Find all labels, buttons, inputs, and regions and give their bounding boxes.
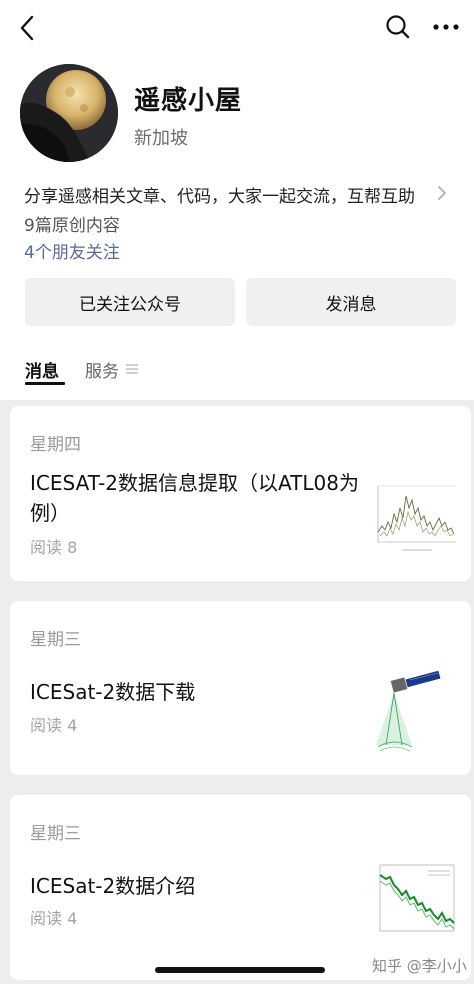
menu-icon[interactable]	[125, 361, 139, 375]
article-list-page: 遥感小屋 新加坡 分享遥感相关文章、代码，大家一起交流，互帮互助 9篇原创内容 …	[0, 0, 474, 984]
account-name: 遥感小屋	[134, 86, 243, 116]
scatter-chart-thumbnail-icon[interactable]	[372, 861, 456, 945]
profile-header: 遥感小屋 新加坡 分享遥感相关文章、代码，大家一起交流，互帮互助 9篇原创内容 …	[0, 0, 474, 400]
more-icon[interactable]	[430, 12, 462, 42]
article-card[interactable]: 星期三 ICESat-2数据介绍 阅读 4	[10, 795, 471, 980]
article-day: 星期三	[30, 630, 81, 650]
back-icon[interactable]	[14, 12, 42, 44]
home-indicator[interactable]	[155, 967, 325, 973]
account-description[interactable]: 分享遥感相关文章、代码，大家一起交流，互帮互助	[24, 182, 415, 207]
article-reads: 阅读 4	[30, 716, 78, 735]
article-title[interactable]: ICESat-2数据介绍	[30, 871, 360, 901]
send-message-button[interactable]: 发消息	[246, 278, 456, 326]
original-count: 9篇原创内容	[24, 216, 120, 236]
article-title[interactable]: ICESat-2数据下载	[30, 677, 360, 707]
avatar[interactable]	[20, 64, 118, 162]
article-reads: 阅读 4	[30, 909, 78, 928]
tab-services[interactable]: 服务	[85, 357, 119, 382]
article-day: 星期四	[30, 435, 81, 455]
tab-messages[interactable]: 消息	[25, 357, 59, 382]
article-title[interactable]: ICESAT-2数据信息提取（以ATL08为例）	[30, 468, 360, 528]
search-icon[interactable]	[384, 12, 412, 42]
satellite-thumbnail-icon[interactable]	[372, 665, 456, 755]
top-bar	[0, 0, 474, 56]
article-day: 星期三	[30, 824, 81, 844]
article-card[interactable]: 星期三 ICESat-2数据下载 阅读 4	[10, 601, 471, 775]
watermark: 知乎 @李小小	[372, 957, 467, 975]
account-location: 新加坡	[134, 128, 188, 149]
friends-following-link[interactable]: 4个朋友关注	[24, 238, 120, 263]
chevron-right-icon[interactable]	[436, 184, 448, 202]
line-chart-thumbnail-icon[interactable]	[372, 478, 456, 562]
tab-active-underline	[25, 382, 65, 385]
article-card[interactable]: 星期四 ICESAT-2数据信息提取（以ATL08为例） 阅读 8	[10, 406, 471, 581]
followed-button[interactable]: 已关注公众号	[25, 278, 235, 326]
article-reads: 阅读 8	[30, 538, 78, 557]
